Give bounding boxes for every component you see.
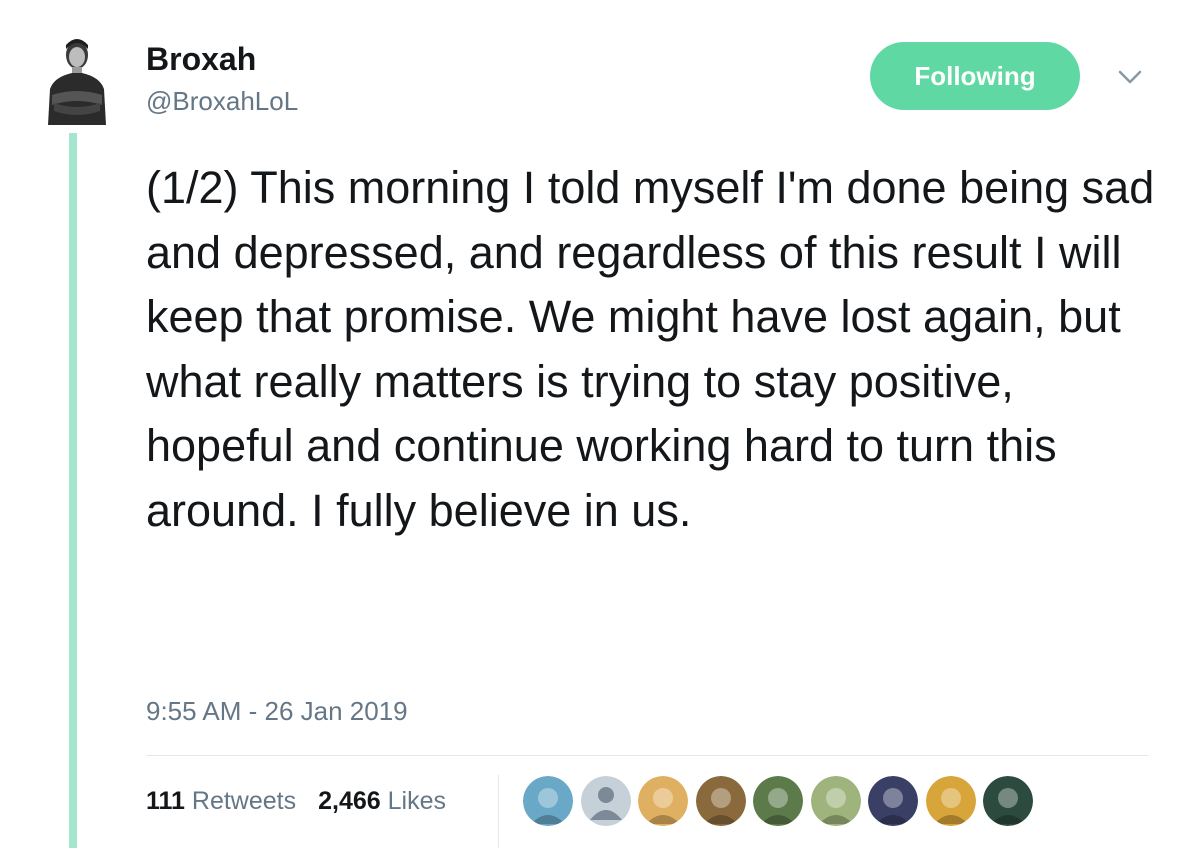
author-avatar[interactable] [42,33,112,125]
tweet-timestamp[interactable]: 9:55 AM - 26 Jan 2019 [146,694,408,728]
liker-avatar[interactable] [523,776,573,826]
liker-avatar[interactable] [925,776,976,826]
default-user-avatar [580,776,631,826]
liker-avatar-6 [810,776,861,826]
thread-connector-line [69,133,77,848]
liker-avatar-9 [983,776,1033,826]
chevron-down-icon [1118,70,1142,84]
likes-stat[interactable]: 2,466 Likes [318,784,446,818]
likes-label: Likes [387,787,447,815]
author-handle[interactable]: @BroxahLoL [146,84,298,118]
liker-avatar-5 [753,776,803,826]
liker-avatar-1 [523,776,573,826]
tweet-stats: 111 Retweets 2,466 Likes [146,784,468,818]
liker-avatar[interactable] [695,776,746,826]
liker-avatar[interactable] [638,776,688,826]
tweet-text: (1/2) This morning I told myself I'm don… [146,162,1155,536]
liker-avatar[interactable] [753,776,803,826]
liker-avatar-3 [638,776,688,826]
author-display-name[interactable]: Broxah [146,40,298,78]
stats-divider [146,755,1148,756]
likes-count: 2,466 [318,787,381,815]
liker-avatar[interactable] [868,776,918,826]
retweets-count: 111 [146,787,185,815]
liker-avatar-4 [695,776,746,826]
retweets-label: Retweets [191,787,297,815]
liker-avatar[interactable] [580,776,631,826]
tweet-menu-button[interactable] [1115,62,1145,92]
liker-avatar[interactable] [810,776,861,826]
author-info: Broxah @BroxahLoL [146,40,298,118]
liker-avatar-7 [868,776,918,826]
following-button[interactable]: Following [870,42,1080,110]
author-avatar-image [48,39,106,125]
liker-avatar[interactable] [983,776,1033,826]
retweets-stat[interactable]: 111 Retweets [146,784,296,818]
stats-separator [498,775,499,848]
liker-avatar-8 [925,776,976,826]
